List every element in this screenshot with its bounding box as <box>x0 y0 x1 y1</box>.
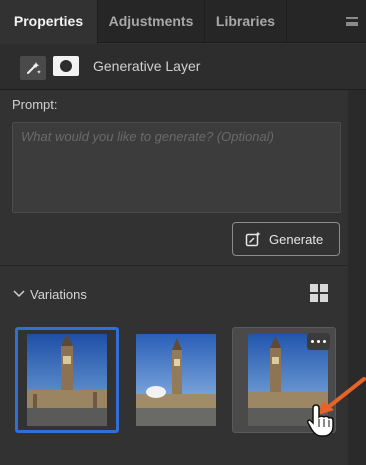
panel-menu-icon[interactable] <box>346 17 358 26</box>
big-ben-image <box>136 334 216 426</box>
prompt-input[interactable]: What would you like to generate? (Option… <box>12 122 341 213</box>
chevron-down-icon[interactable] <box>12 286 26 300</box>
prompt-placeholder: What would you like to generate? (Option… <box>21 129 274 144</box>
tab-properties[interactable]: Properties <box>0 0 98 44</box>
section-divider <box>0 265 348 266</box>
variations-label[interactable]: Variations <box>30 287 87 302</box>
layer-info-row: Generative Layer <box>0 44 366 90</box>
generative-fill-icon[interactable] <box>20 56 46 80</box>
tab-libraries[interactable]: Libraries <box>205 0 287 43</box>
tab-adjustments[interactable]: Adjustments <box>98 0 205 43</box>
hand-cursor-icon <box>307 404 334 437</box>
grid-view-icon[interactable] <box>310 284 328 302</box>
big-ben-image <box>27 334 107 426</box>
generate-label: Generate <box>269 232 324 247</box>
more-options-icon[interactable] <box>307 333 330 350</box>
generate-button[interactable]: Generate <box>232 222 340 256</box>
layer-name: Generative Layer <box>93 58 201 74</box>
prompt-label: Prompt: <box>12 97 58 112</box>
properties-panel: Properties Adjustments Libraries Generat… <box>0 0 366 465</box>
layer-mask-icon[interactable] <box>53 56 79 76</box>
variation-thumbnail-1[interactable] <box>15 327 119 433</box>
panel-tab-bar: Properties Adjustments Libraries <box>0 0 366 44</box>
variation-thumbnail-2[interactable] <box>124 327 228 433</box>
generate-icon <box>245 231 261 247</box>
